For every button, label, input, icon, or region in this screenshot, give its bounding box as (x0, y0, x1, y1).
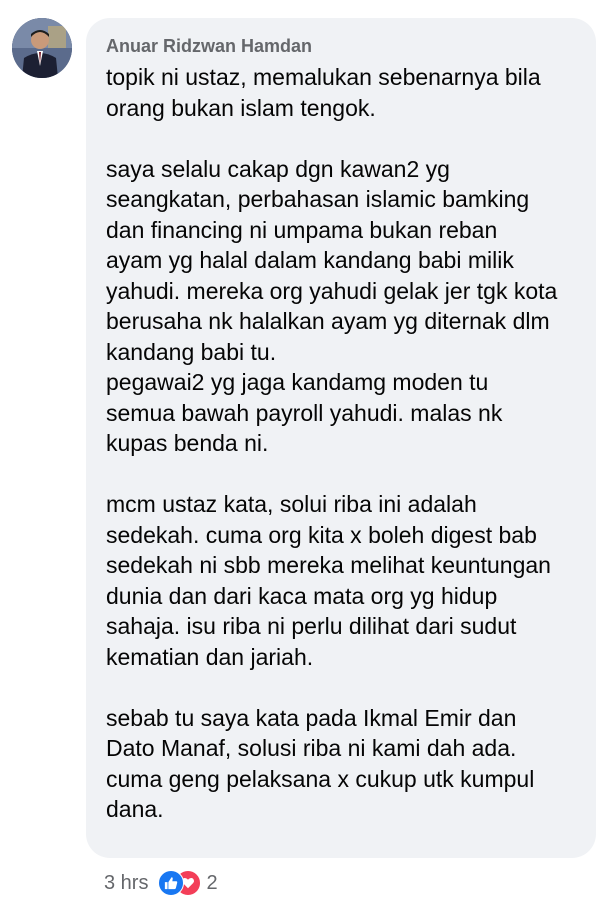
comment-timestamp[interactable]: 3 hrs (104, 872, 148, 895)
comment-paragraph: saya selalu cakap dgn kawan2 yg seangkat… (106, 155, 558, 457)
comment-author[interactable]: Anuar Ridzwan Hamdan (106, 34, 574, 58)
comment-bubble: Anuar Ridzwan Hamdan topik ni ustaz, mem… (86, 18, 596, 858)
avatar[interactable] (12, 18, 72, 78)
comment-paragraph: mcm ustaz kata, solui riba ini adalah se… (106, 491, 551, 670)
profile-photo (12, 18, 72, 78)
reaction-icons (158, 870, 202, 896)
reaction-summary[interactable]: 2 (158, 870, 218, 896)
comment-paragraph: topik ni ustaz, memalukan sebenarnya bil… (106, 64, 541, 121)
comment-paragraph: sebab tu saya kata pada Ikmal Emir dan D… (106, 704, 535, 823)
reaction-count: 2 (206, 871, 218, 894)
comment-footer: 3 hrs 2 (104, 868, 218, 898)
comment-text: topik ni ustaz, memalukan sebenarnya bil… (106, 62, 574, 825)
